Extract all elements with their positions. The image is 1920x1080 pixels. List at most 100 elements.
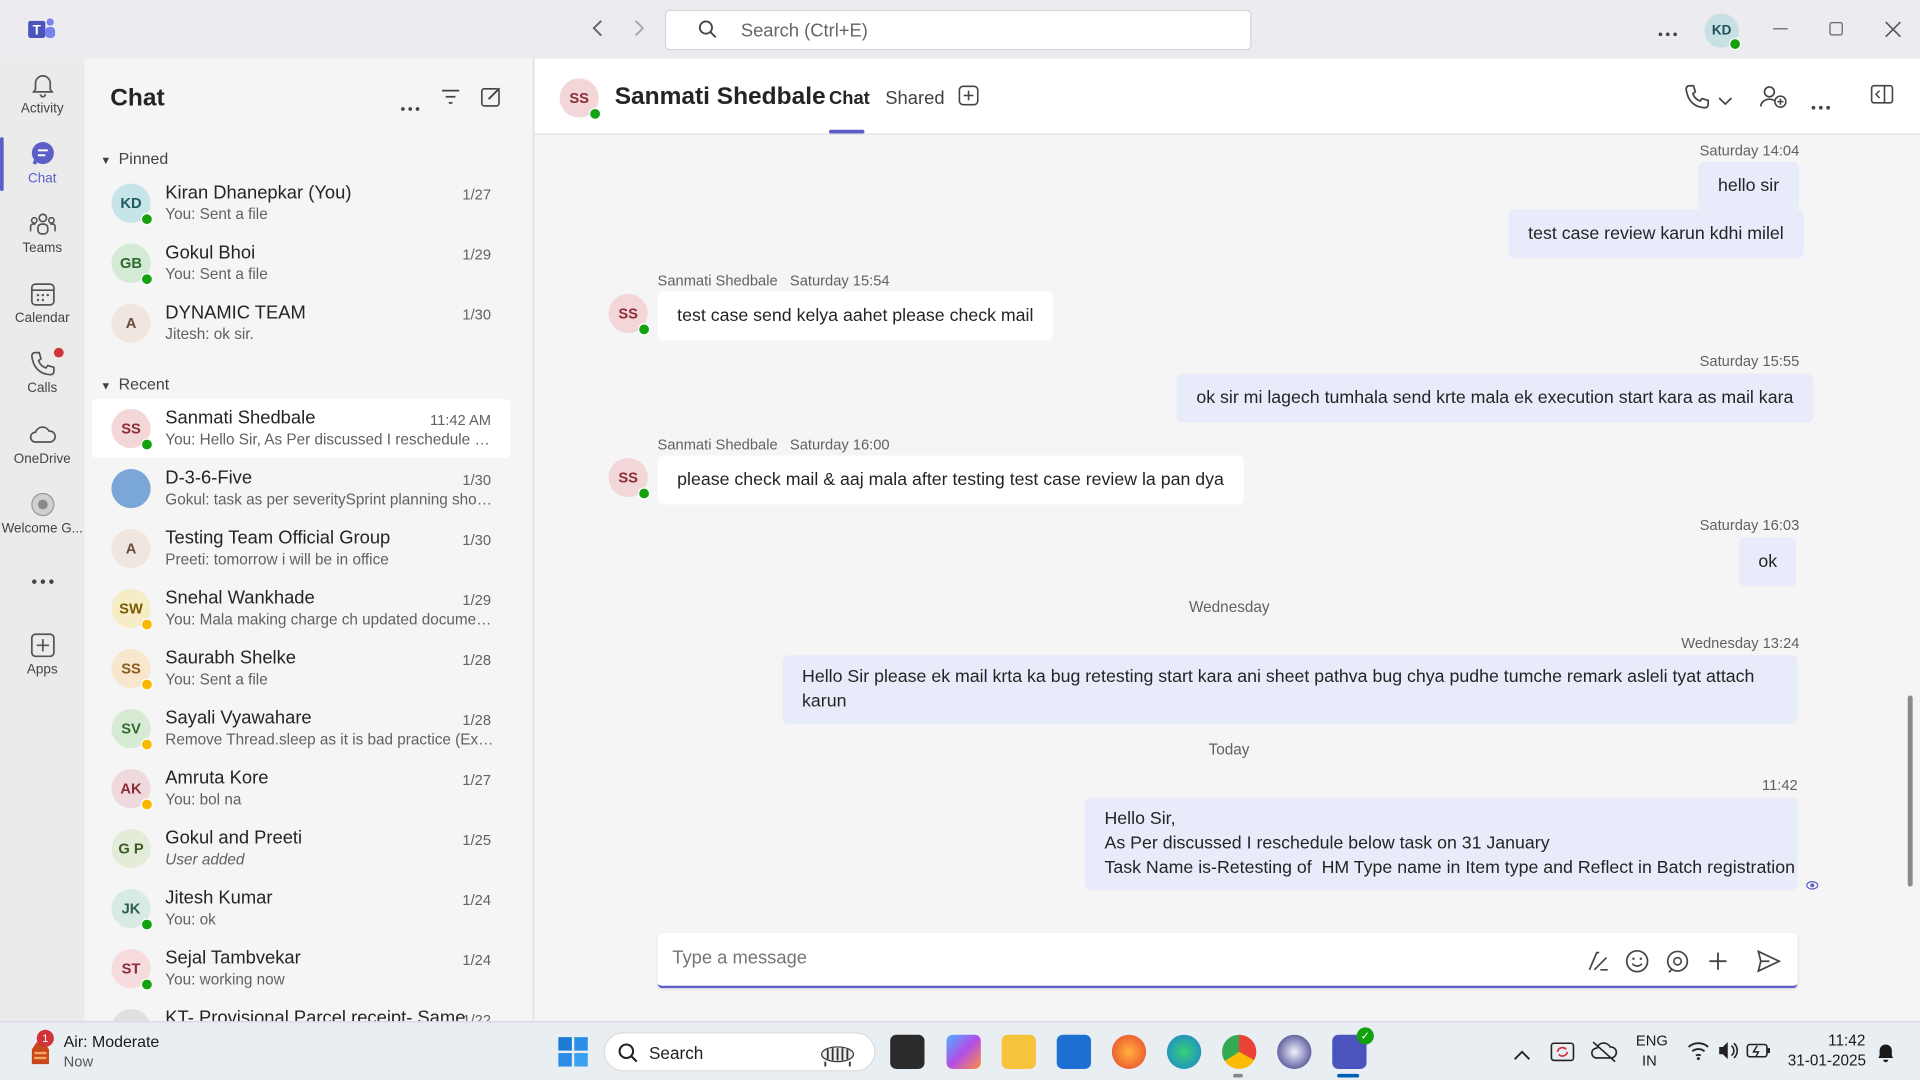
outgoing-message[interactable]: Hello Sir, As Per discussed I reschedule…: [1084, 797, 1798, 891]
rail-label: OneDrive: [13, 451, 71, 467]
caret-down-icon: ▼: [100, 154, 112, 167]
outgoing-message[interactable]: test case review karun kdhi milel: [1508, 209, 1804, 259]
back-arrow-icon[interactable]: [583, 0, 612, 59]
windows-start-icon[interactable]: [557, 1036, 589, 1068]
tab-chat[interactable]: Chat: [829, 88, 870, 109]
more-options-icon[interactable]: [1811, 94, 1838, 121]
rail-item-calls[interactable]: Calls: [0, 347, 84, 396]
recent-section-header[interactable]: ▼ Recent: [100, 375, 169, 393]
outgoing-message[interactable]: ok sir mi lagech tumhala send krte mala …: [1176, 373, 1813, 423]
chat-date: 1/25: [462, 831, 492, 849]
more-options-icon[interactable]: [400, 96, 420, 118]
close-icon[interactable]: [1883, 20, 1903, 40]
chat-list-item[interactable]: KT- Provisional Parcel receipt- Same... 1…: [92, 999, 511, 1022]
chrome-icon[interactable]: [1222, 1034, 1257, 1069]
chat-list-item[interactable]: SV Sayali Vyawahare Remove Thread.sleep as…: [92, 699, 511, 758]
weather-title[interactable]: Air: Moderate: [64, 1032, 160, 1050]
day-divider: Today: [1208, 740, 1250, 758]
chat-list-pane: Chat ▼ Pinned KD Kiran Dhanepkar (You) You:…: [84, 58, 534, 1022]
loop-icon[interactable]: [1664, 948, 1691, 975]
chat-list-item[interactable]: A Testing Team Official Group Preeti: tomo…: [92, 519, 511, 578]
more-apps-icon[interactable]: [0, 573, 84, 588]
firefox-icon[interactable]: [1111, 1034, 1147, 1069]
call-icon[interactable]: [1684, 83, 1711, 110]
add-tab-icon[interactable]: [958, 84, 985, 111]
more-options-icon[interactable]: [1653, 0, 1682, 59]
outgoing-message[interactable]: hello sir: [1698, 161, 1799, 211]
sender-avatar[interactable]: SS: [608, 457, 651, 500]
filter-icon[interactable]: [441, 88, 461, 111]
notification-bell-icon[interactable]: [1876, 1041, 1896, 1069]
minimize-icon[interactable]: [1773, 28, 1788, 30]
scrollbar[interactable]: [1907, 695, 1913, 887]
sender-initials: SS: [618, 468, 638, 487]
chat-list-item[interactable]: A DYNAMIC TEAM Jitesh: ok sir. 1/30: [92, 294, 511, 353]
tab-shared[interactable]: Shared: [885, 88, 944, 109]
file-explorer-icon[interactable]: [1001, 1034, 1036, 1069]
rail-item-welcome[interactable]: Welcome G...: [0, 491, 84, 536]
chat-list-item[interactable]: SS Sanmati Shedbale You: Hello Sir, As Per…: [91, 399, 511, 458]
edge-icon[interactable]: [1166, 1034, 1202, 1069]
avatar-initials: SW: [119, 600, 143, 618]
day-divider: Wednesday: [1188, 598, 1270, 616]
taskbar-search-box[interactable]: Search: [603, 1032, 876, 1072]
chat-list-item[interactable]: SW Snehal Wankhade You: Mala making charge…: [92, 579, 511, 638]
volume-icon[interactable]: [1717, 1041, 1739, 1067]
chat-list-item[interactable]: G P Gokul and Preeti User added 1/25: [92, 819, 511, 878]
message-line: Task Name is-Retesting of HM Type name i…: [1104, 858, 1795, 878]
incoming-message[interactable]: please check mail & aaj mala after testi…: [657, 455, 1244, 505]
rail-item-chat[interactable]: Chat: [0, 141, 84, 186]
rail-item-calendar[interactable]: Calendar: [0, 280, 84, 326]
chat-avatar: GB: [111, 243, 154, 286]
outgoing-message[interactable]: ok: [1738, 537, 1797, 587]
weather-widget-icon[interactable]: 1: [27, 1029, 56, 1067]
clock-time[interactable]: 11:42: [1828, 1032, 1865, 1049]
chat-name: Gokul and Preeti: [165, 827, 303, 849]
rail-item-apps[interactable]: Apps: [0, 632, 84, 677]
rail-item-activity[interactable]: Activity: [0, 71, 84, 116]
chat-list-item[interactable]: SS Saurabh Shelke You: Sent a file 1/28: [92, 639, 511, 698]
side-panel-icon[interactable]: [1870, 83, 1897, 110]
send-icon[interactable]: [1755, 948, 1782, 975]
rail-item-teams[interactable]: Teams: [0, 211, 84, 256]
microsoft-store-icon[interactable]: [1056, 1034, 1092, 1069]
add-attachment-icon[interactable]: [1704, 948, 1731, 975]
add-people-icon[interactable]: [1759, 83, 1787, 110]
chat-list-item[interactable]: ST Sejal Tambvekar You: working now 1/24: [92, 939, 511, 998]
chat-list-item[interactable]: KD Kiran Dhanepkar (You) You: Sent a file 1…: [92, 174, 511, 233]
restore-icon[interactable]: [1829, 22, 1843, 36]
pinned-section-header[interactable]: ▼ Pinned: [100, 149, 168, 167]
emoji-icon[interactable]: [1624, 948, 1651, 975]
language-indicator[interactable]: ENG: [1636, 1032, 1668, 1049]
incoming-message[interactable]: test case send kelya aahet please check …: [657, 291, 1054, 341]
chat-avatar: SS: [111, 648, 154, 691]
chat-list-item[interactable]: GB Gokul Bhoi You: Sent a file 1/29: [92, 234, 511, 293]
eclipse-icon[interactable]: [1277, 1034, 1312, 1069]
chat-list-item[interactable]: AK Amruta Kore You: bol na 1/27: [92, 759, 511, 818]
sync-icon[interactable]: [1550, 1040, 1575, 1071]
chevron-down-icon[interactable]: [1718, 91, 1745, 118]
task-view-icon[interactable]: [890, 1034, 925, 1069]
message-input[interactable]: [672, 947, 1530, 969]
format-icon[interactable]: [1584, 948, 1611, 975]
onedrive-status-icon[interactable]: [1591, 1040, 1618, 1071]
sender-avatar[interactable]: SS: [608, 293, 651, 336]
new-chat-icon[interactable]: [480, 86, 502, 114]
chat-list-item[interactable]: JK Jitesh Kumar You: ok 1/24: [92, 879, 511, 938]
chat-date: 1/22: [462, 1011, 492, 1022]
rail-item-onedrive[interactable]: OneDrive: [0, 421, 84, 467]
contact-name[interactable]: Sanmati Shedbale: [615, 83, 826, 111]
chat-list-item[interactable]: D-3-6-Five Gokul: task as per severitySpr…: [92, 459, 511, 518]
forward-arrow-icon[interactable]: [624, 0, 653, 59]
search-input[interactable]: Search (Ctrl+E): [664, 9, 1252, 51]
battery-icon[interactable]: [1746, 1041, 1771, 1067]
outgoing-message[interactable]: Hello Sir please ek mail krta ka bug ret…: [782, 655, 1798, 724]
presence-available-icon: [140, 978, 154, 991]
chevron-up-icon[interactable]: [1513, 1044, 1531, 1066]
copilot-icon[interactable]: [946, 1034, 981, 1069]
contact-avatar[interactable]: SS: [559, 78, 602, 121]
avatar-initials: SV: [121, 720, 141, 738]
user-avatar[interactable]: KD: [1704, 13, 1742, 51]
wifi-icon[interactable]: [1687, 1041, 1709, 1067]
teams-taskbar-icon[interactable]: ✓: [1332, 1027, 1374, 1069]
